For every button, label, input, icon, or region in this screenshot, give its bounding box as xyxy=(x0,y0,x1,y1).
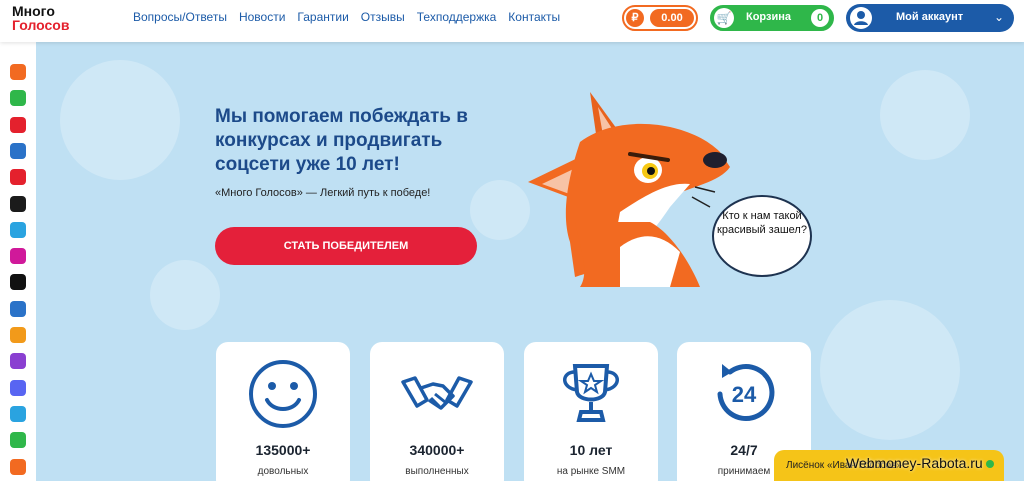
svg-text:24: 24 xyxy=(732,382,757,407)
become-winner-button[interactable]: СТАТЬ ПОБЕДИТЕЛЕМ xyxy=(215,227,477,265)
account-button[interactable]: Мой аккаунт ⌄ xyxy=(846,4,1014,32)
background-bubble xyxy=(150,260,220,330)
account-label: Мой аккаунт xyxy=(896,11,964,23)
twitch-icon[interactable] xyxy=(10,353,26,370)
trophy-icon[interactable] xyxy=(10,64,26,80)
nav-link-guarantees[interactable]: Гарантии xyxy=(297,10,348,24)
stat-description: выполненных xyxy=(405,466,469,477)
hero-subtitle: «Много Голосов» — Легкий путь к победе! xyxy=(215,187,431,199)
logo-line2: Голосов xyxy=(12,17,70,33)
discord-icon[interactable] xyxy=(10,379,26,396)
background-bubble xyxy=(820,300,960,440)
soundcloud-icon[interactable] xyxy=(10,458,26,475)
watermark: Webmoney-Rabota.ru xyxy=(846,455,983,471)
logo[interactable]: Много Голосов xyxy=(12,4,69,32)
zen-icon[interactable] xyxy=(10,116,26,133)
user-icon xyxy=(850,7,872,29)
hero-title: Мы помогаем побеждать в конкурсах и прод… xyxy=(215,106,468,175)
background-bubble xyxy=(880,70,970,160)
messenger-icon[interactable] xyxy=(10,300,26,317)
nav-link-faq[interactable]: Вопросы/Ответы xyxy=(133,10,227,24)
background-bubble xyxy=(60,60,180,180)
rutube-icon[interactable] xyxy=(10,195,26,212)
balance-button[interactable]: ₽ 0.00 xyxy=(622,5,698,31)
tv-icon[interactable] xyxy=(10,90,26,107)
stat-description: на рынке SMM xyxy=(556,466,626,477)
telegram-icon[interactable] xyxy=(10,221,26,238)
stat-description: довольных xyxy=(257,466,309,477)
ruble-icon: ₽ xyxy=(626,9,644,27)
trophy-icon xyxy=(563,364,619,422)
top-header: Много Голосов Вопросы/Ответы Новости Гар… xyxy=(0,0,1024,42)
stat-number: 340000+ xyxy=(409,442,465,458)
clock-24-icon: 24 xyxy=(717,364,775,421)
nav-link-support[interactable]: Техподдержка xyxy=(417,10,497,24)
nav-link-contacts[interactable]: Контакты xyxy=(508,10,560,24)
online-indicator xyxy=(986,460,994,468)
cart-label: Корзина xyxy=(746,11,791,23)
eye-icon[interactable] xyxy=(10,248,26,265)
stat-number: 135000+ xyxy=(255,442,311,458)
main-nav: Вопросы/Ответы Новости Гарантии Отзывы Т… xyxy=(133,10,572,24)
social-sidebar xyxy=(0,42,36,481)
handshake-icon xyxy=(401,376,473,410)
spotify-icon[interactable] xyxy=(10,432,26,449)
stat-card: 135000+ довольных xyxy=(216,342,350,481)
stat-number: 10 лет xyxy=(569,442,613,458)
odnoklassniki-icon[interactable] xyxy=(10,327,26,343)
vk-icon[interactable] xyxy=(10,142,26,159)
chevron-down-icon: ⌄ xyxy=(993,10,1004,24)
nav-link-news[interactable]: Новости xyxy=(239,10,285,24)
balance-amount: 0.00 xyxy=(650,9,694,27)
cart-icon: 🛒 xyxy=(714,8,734,28)
stat-card: 340000+ выполненных xyxy=(370,342,504,481)
fox-mascot xyxy=(528,92,730,287)
smile-icon xyxy=(249,360,317,428)
nav-link-reviews[interactable]: Отзывы xyxy=(361,10,405,24)
tiktok-icon[interactable] xyxy=(10,274,26,291)
cart-button[interactable]: 🛒 Корзина 0 xyxy=(710,5,834,31)
youtube-icon[interactable] xyxy=(10,169,26,186)
twitter-icon[interactable] xyxy=(10,405,26,422)
cart-count: 0 xyxy=(811,9,829,27)
stat-card: 10 лет на рынке SMM xyxy=(524,342,658,481)
fox-speech-bubble: Кто к нам такой красивый зашел? xyxy=(712,195,812,277)
